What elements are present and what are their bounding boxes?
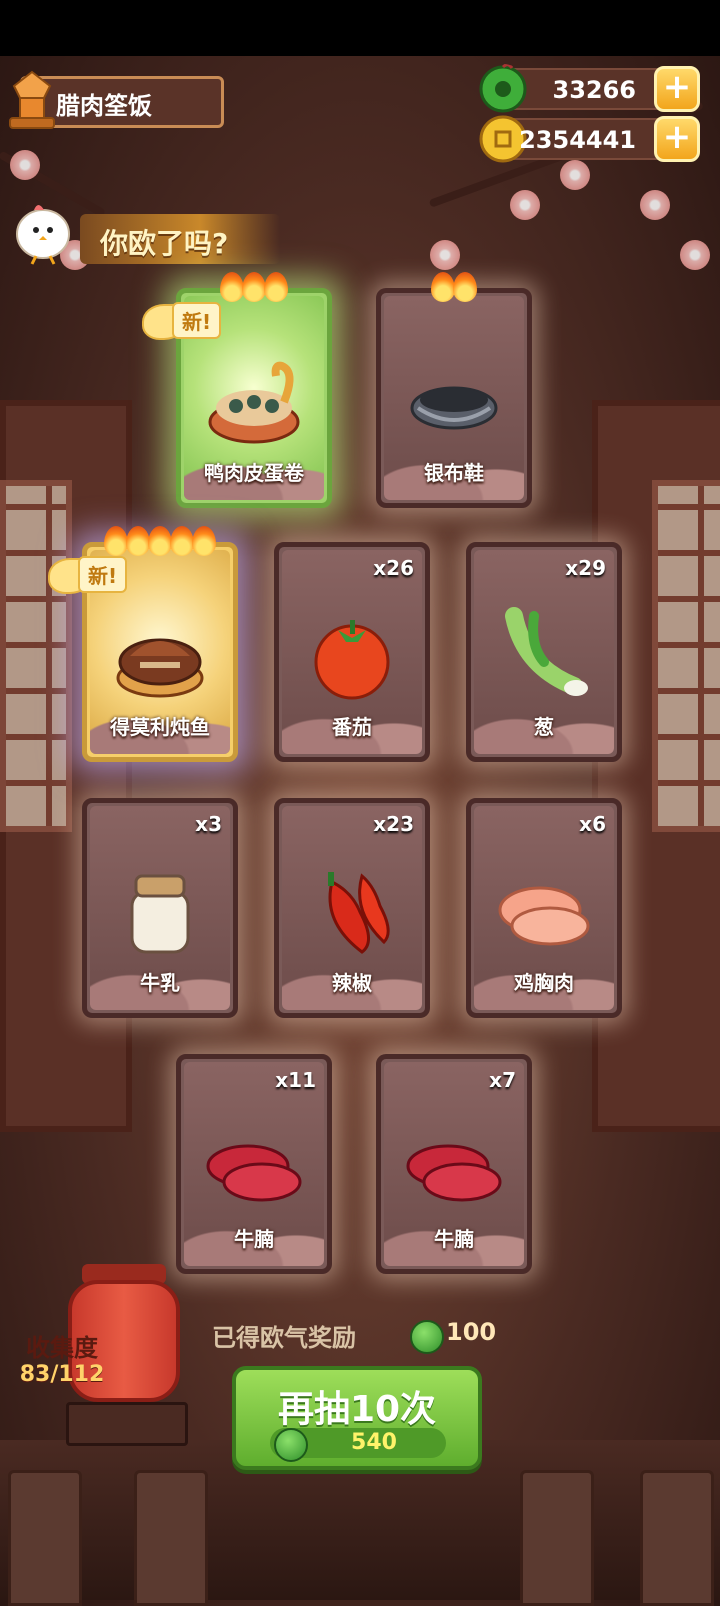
blossom-icon (680, 240, 710, 270)
card-quantity: x7 (489, 1068, 516, 1092)
card-name: 辣椒 (332, 971, 372, 995)
collection-label: 收集度 (26, 1334, 98, 1362)
flame-icon (104, 526, 128, 556)
flame-icon (148, 526, 172, 556)
flame-icon (431, 272, 455, 302)
coin-amount: 2354441 (519, 126, 636, 154)
new-badge: 新! (48, 554, 148, 594)
fence-post (640, 1470, 714, 1606)
card-name: 牛腩 (234, 1227, 274, 1251)
jade-coin-icon (274, 1428, 308, 1462)
draw-again-label: 再抽10次 (277, 1389, 437, 1430)
flame-icon (264, 272, 288, 302)
card-name: 得莫利炖鱼 (110, 715, 210, 739)
new-label: 新! (172, 302, 222, 339)
jade-currency-bar: 33266 + (479, 64, 700, 113)
blossom-icon (640, 190, 670, 220)
chili-icon (328, 872, 390, 954)
flame-icon (220, 272, 244, 302)
reward-card[interactable]: 新! 鸭肉皮蛋卷 (142, 272, 332, 508)
card-name: 葱 (534, 715, 554, 739)
status-bar (0, 0, 720, 56)
fence-post (134, 1470, 208, 1606)
card-quantity: x11 (275, 1068, 316, 1092)
banner-text: 你欧了吗? (100, 227, 229, 260)
fence-post (520, 1470, 594, 1606)
card-quantity: x29 (565, 556, 606, 580)
blossom-icon (560, 160, 590, 190)
scallion-icon (505, 607, 588, 696)
stewed-fish-icon (116, 638, 204, 698)
flame-icon (126, 526, 150, 556)
coin-currency-bar: 2354441 + (479, 115, 700, 163)
beef-icon (406, 1144, 502, 1202)
new-badge: 新! (142, 300, 242, 340)
collection-progress: 83/112 (19, 1362, 105, 1387)
card-name: 鸡胸肉 (514, 971, 574, 995)
card-name: 银布鞋 (424, 461, 484, 485)
reward-card[interactable]: x7 牛腩 (376, 1054, 532, 1274)
card-quantity: x3 (195, 812, 222, 836)
flame-icon (192, 526, 216, 556)
reward-value: 100 (446, 1318, 497, 1346)
milk-jar-icon (130, 874, 190, 954)
card-name: 牛乳 (140, 971, 180, 995)
chick-mascot-icon (16, 205, 70, 265)
card-quantity: x23 (373, 812, 414, 836)
new-label: 新! (78, 556, 128, 593)
reward-card[interactable]: x6 鸡胸肉 (466, 798, 622, 1018)
chef-statue-icon (9, 70, 55, 129)
reward-card[interactable]: x3 牛乳 (82, 798, 238, 1018)
draw-cost: 540 (351, 1430, 397, 1455)
card-quantity: x6 (579, 812, 606, 836)
flame-icon (170, 526, 194, 556)
window-lattice-left (0, 480, 72, 832)
reward-card[interactable]: x29 葱 (466, 542, 622, 762)
window-lattice-right (652, 480, 720, 832)
blossom-icon (10, 150, 40, 180)
card-quantity: x26 (373, 556, 414, 580)
lantern-stand (66, 1402, 188, 1446)
add-jade-button[interactable]: + (654, 66, 700, 112)
reward-card[interactable]: x26 番茄 (274, 542, 430, 762)
silver-shoe-icon (410, 386, 498, 430)
jade-coin-icon (410, 1320, 444, 1354)
chicken-breast-icon (498, 886, 590, 946)
jade-amount: 33266 (552, 76, 637, 104)
reward-card[interactable]: x23 辣椒 (274, 798, 430, 1018)
beef-icon (206, 1144, 302, 1202)
flame-icon (453, 272, 477, 302)
reward-card[interactable]: 新! 得莫利炖鱼 (48, 526, 238, 762)
flame-icon (242, 272, 266, 302)
blossom-icon (510, 190, 540, 220)
card-name: 牛腩 (434, 1227, 474, 1251)
fence-post (8, 1470, 82, 1606)
blossom-icon (430, 240, 460, 270)
reward-label: 已得欧气奖励 (212, 1324, 356, 1352)
recipe-title: 腊肉筌饭 (56, 92, 152, 120)
reward-card[interactable]: x11 牛腩 (176, 1054, 332, 1274)
tomato-icon (314, 620, 390, 700)
duck-egg-roll-icon (208, 361, 300, 444)
jade-coin-icon (479, 64, 527, 113)
rarity-flames (376, 272, 532, 308)
reward-card[interactable]: 银布鞋 (376, 272, 532, 508)
card-name: 鸭肉皮蛋卷 (204, 461, 304, 485)
add-coins-button[interactable]: + (654, 116, 700, 162)
card-name: 番茄 (332, 715, 372, 739)
